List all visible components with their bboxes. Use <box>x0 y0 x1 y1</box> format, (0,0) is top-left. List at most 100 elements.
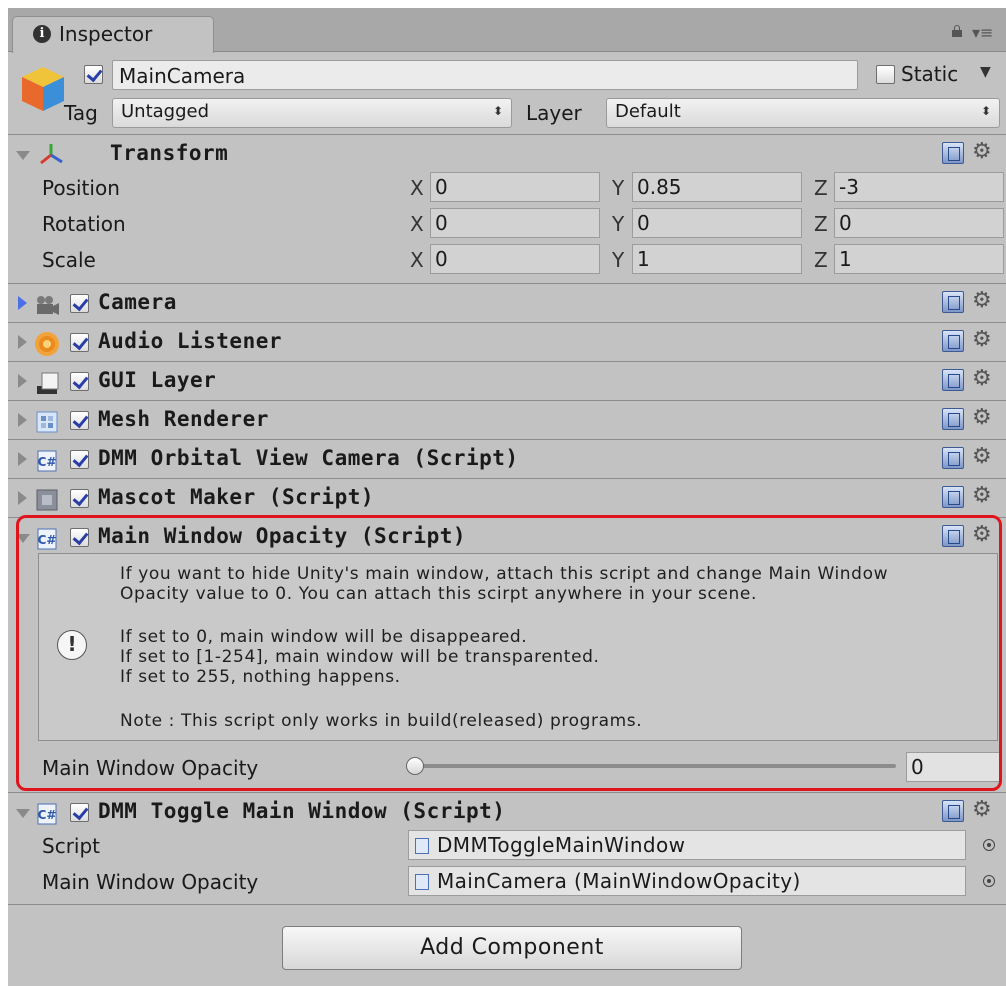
component-title: Mascot Maker (Script) <box>98 485 375 509</box>
divider <box>8 904 1006 905</box>
tab-label: Inspector <box>59 22 153 46</box>
panel-menu-icon[interactable]: ▾≡ <box>972 23 993 42</box>
help-book-icon[interactable] <box>942 408 964 430</box>
help-book-icon[interactable] <box>942 486 964 508</box>
gear-icon[interactable]: ⚙ <box>972 368 992 390</box>
gear-icon[interactable]: ⚙ <box>972 290 992 312</box>
axis-x-label[interactable]: X <box>410 248 424 272</box>
camera-icon <box>37 296 59 315</box>
transform-axes-icon <box>40 144 63 165</box>
axis-y-label[interactable]: Y <box>612 212 624 236</box>
help-book-icon[interactable] <box>942 330 964 352</box>
foldout-arrow-icon[interactable] <box>18 296 27 310</box>
component-enabled-checkbox[interactable] <box>70 411 89 430</box>
foldout-arrow-icon[interactable] <box>18 374 27 388</box>
component-header-mesh-renderer[interactable]: Mesh Renderer ⚙ <box>8 402 1006 440</box>
object-name-field[interactable]: MainCamera <box>112 60 858 90</box>
component-header-mascot-maker[interactable]: Mascot Maker (Script) ⚙ <box>8 480 1006 518</box>
component-title: Transform <box>110 141 229 165</box>
rotation-x-field[interactable]: 0 <box>430 208 600 238</box>
object-picker-icon[interactable] <box>983 839 995 851</box>
rotation-z-field[interactable]: 0 <box>834 208 1004 238</box>
help-book-icon[interactable] <box>942 142 964 164</box>
foldout-arrow-icon[interactable] <box>16 151 30 160</box>
gui-layer-icon <box>37 372 59 394</box>
help-book-icon[interactable] <box>942 447 964 469</box>
axis-x-label[interactable]: X <box>410 212 424 236</box>
axis-y-label[interactable]: Y <box>612 248 624 272</box>
static-label: Static <box>901 62 959 86</box>
gear-icon[interactable]: ⚙ <box>972 799 992 821</box>
gear-icon[interactable]: ⚙ <box>972 446 992 468</box>
info-icon: i <box>33 25 51 43</box>
script-icon: C# <box>37 803 57 825</box>
component-header-gui-layer[interactable]: GUI Layer ⚙ <box>8 363 1006 401</box>
audio-listener-icon <box>35 332 59 356</box>
script-file-icon <box>415 874 429 890</box>
static-dropdown-icon[interactable]: ▼ <box>980 64 991 80</box>
component-title: DMM Toggle Main Window (Script) <box>98 799 506 823</box>
transform-header[interactable]: Transform ⚙ <box>8 136 1006 174</box>
gear-icon[interactable]: ⚙ <box>972 141 992 163</box>
tab-inspector[interactable]: i Inspector <box>12 16 214 53</box>
script-icon: C# <box>37 450 57 472</box>
scale-z-field[interactable]: 1 <box>834 244 1004 274</box>
active-checkbox[interactable] <box>84 65 103 84</box>
divider <box>8 283 1006 284</box>
axis-x-label[interactable]: X <box>410 176 424 200</box>
divider <box>8 478 1006 479</box>
axis-z-label[interactable]: Z <box>814 176 828 200</box>
divider <box>8 792 1006 793</box>
component-title: DMM Orbital View Camera (Script) <box>98 446 519 470</box>
component-enabled-checkbox[interactable] <box>70 333 89 352</box>
help-book-icon[interactable] <box>942 369 964 391</box>
help-book-icon[interactable] <box>942 291 964 313</box>
component-title: Audio Listener <box>98 329 283 353</box>
axis-z-label[interactable]: Z <box>814 248 828 272</box>
script-object-field[interactable]: DMMToggleMainWindow <box>408 830 966 860</box>
foldout-arrow-icon[interactable] <box>16 809 30 818</box>
position-z-field[interactable]: -3 <box>834 172 1004 202</box>
rotation-y-field[interactable]: 0 <box>632 208 802 238</box>
foldout-arrow-icon[interactable] <box>18 413 27 427</box>
position-label: Position <box>42 176 120 200</box>
component-header-dmm-toggle-main-window[interactable]: C# DMM Toggle Main Window (Script) ⚙ <box>8 794 1006 832</box>
layer-value: Default <box>615 101 681 122</box>
divider <box>8 361 1006 362</box>
scale-x-field[interactable]: 0 <box>430 244 600 274</box>
component-enabled-checkbox[interactable] <box>70 372 89 391</box>
scale-y-field[interactable]: 1 <box>632 244 802 274</box>
component-enabled-checkbox[interactable] <box>70 803 89 822</box>
divider <box>8 322 1006 323</box>
foldout-arrow-icon[interactable] <box>18 491 27 505</box>
component-header-audio-listener[interactable]: Audio Listener ⚙ <box>8 324 1006 362</box>
tag-dropdown[interactable]: Untagged ⬍ <box>112 98 512 128</box>
help-book-icon[interactable] <box>942 800 964 822</box>
component-header-camera[interactable]: Camera ⚙ <box>8 285 1006 323</box>
component-header-dmm-orbital-view-camera[interactable]: C# DMM Orbital View Camera (Script) ⚙ <box>8 441 1006 479</box>
component-enabled-checkbox[interactable] <box>70 489 89 508</box>
layer-dropdown[interactable]: Default ⬍ <box>606 98 1000 128</box>
lock-icon[interactable] <box>952 25 962 37</box>
opacity-reference-value: MainCamera (MainWindowOpacity) <box>437 869 801 893</box>
position-x-field[interactable]: 0 <box>430 172 600 202</box>
gear-icon[interactable]: ⚙ <box>972 485 992 507</box>
add-component-button[interactable]: Add Component <box>282 926 742 970</box>
gear-icon[interactable]: ⚙ <box>972 329 992 351</box>
axis-y-label[interactable]: Y <box>612 176 624 200</box>
gameobject-cube-icon <box>22 67 64 111</box>
highlight-outline <box>16 515 1002 791</box>
component-enabled-checkbox[interactable] <box>70 294 89 313</box>
gear-icon[interactable]: ⚙ <box>972 407 992 429</box>
foldout-arrow-icon[interactable] <box>18 452 27 466</box>
object-picker-icon[interactable] <box>983 875 995 887</box>
component-title: GUI Layer <box>98 368 217 392</box>
component-enabled-checkbox[interactable] <box>70 450 89 469</box>
foldout-arrow-icon[interactable] <box>18 335 27 349</box>
position-y-field[interactable]: 0.85 <box>632 172 802 202</box>
static-checkbox[interactable] <box>876 65 895 84</box>
script-gray-icon <box>36 489 58 511</box>
opacity-reference-field[interactable]: MainCamera (MainWindowOpacity) <box>408 866 966 896</box>
axis-z-label[interactable]: Z <box>814 212 828 236</box>
svg-text:C#: C# <box>38 455 57 469</box>
